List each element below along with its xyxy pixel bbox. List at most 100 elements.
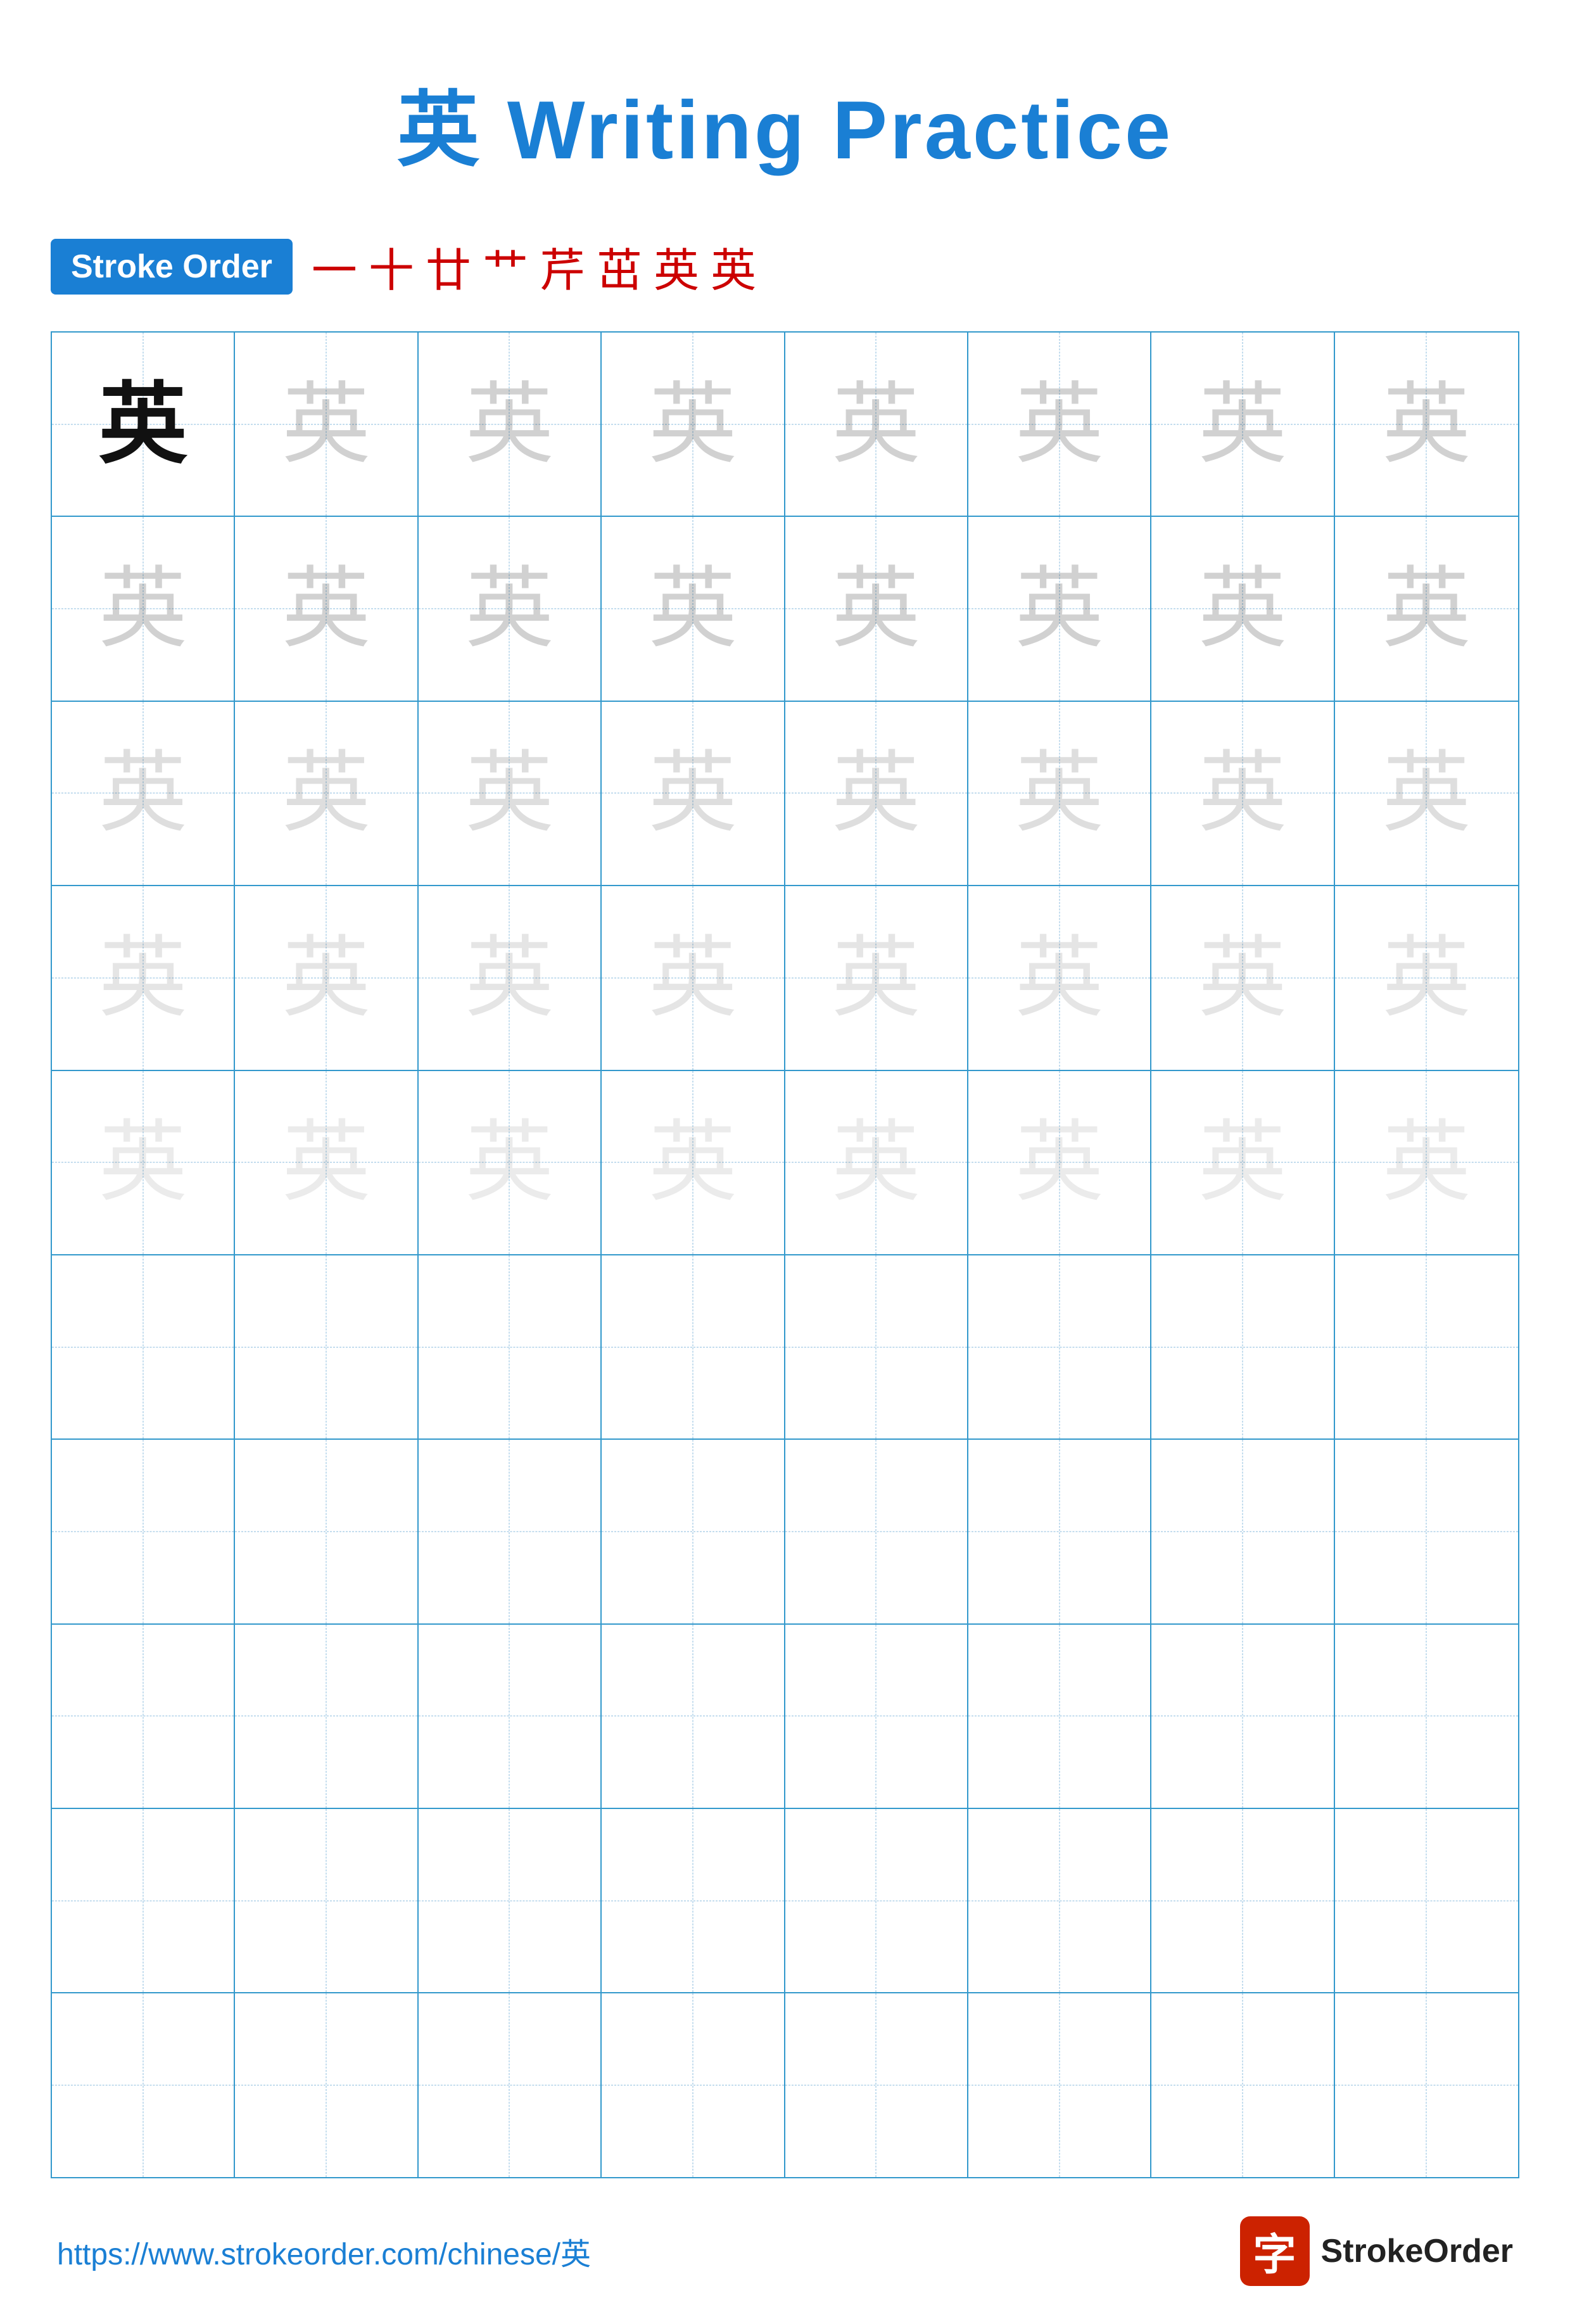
practice-char: 英 bbox=[649, 934, 737, 1022]
practice-char: 英 bbox=[1015, 564, 1104, 653]
grid-cell[interactable]: 英 bbox=[52, 517, 235, 700]
grid-cell[interactable]: 英 bbox=[785, 1071, 968, 1254]
grid-cell[interactable]: 英 bbox=[235, 886, 418, 1069]
grid-cell[interactable]: 英 bbox=[602, 886, 785, 1069]
practice-char: 英 bbox=[1198, 564, 1287, 653]
grid-cell[interactable]: 英 bbox=[419, 886, 602, 1069]
grid-cell[interactable]: 英 bbox=[52, 1071, 235, 1254]
practice-char: 英 bbox=[649, 380, 737, 469]
grid-cell[interactable] bbox=[602, 1255, 785, 1438]
grid-cell[interactable] bbox=[602, 1993, 785, 2176]
grid-cell[interactable]: 英 bbox=[602, 1071, 785, 1254]
grid-cell[interactable] bbox=[235, 1440, 418, 1623]
grid-cell[interactable] bbox=[52, 1440, 235, 1623]
grid-cell[interactable] bbox=[52, 1255, 235, 1438]
grid-cell[interactable]: 英 bbox=[602, 517, 785, 700]
stroke-char-0: 一 bbox=[312, 233, 357, 300]
grid-cell[interactable]: 英 bbox=[1335, 333, 1518, 516]
grid-cell[interactable]: 英 bbox=[235, 333, 418, 516]
grid-cell[interactable]: 英 bbox=[52, 702, 235, 885]
grid-cell[interactable]: 英 bbox=[1151, 886, 1334, 1069]
footer-url[interactable]: https://www.strokeorder.com/chinese/英 bbox=[57, 2229, 591, 2273]
grid-cell[interactable] bbox=[968, 1993, 1151, 2176]
grid-cell[interactable]: 英 bbox=[235, 702, 418, 885]
grid-cell[interactable]: 英 bbox=[602, 702, 785, 885]
grid-cell[interactable] bbox=[1335, 1255, 1518, 1438]
grid-cell[interactable] bbox=[419, 1993, 602, 2176]
grid-cell[interactable]: 英 bbox=[968, 517, 1151, 700]
grid-cell[interactable]: 英 bbox=[1151, 702, 1334, 885]
grid-cell[interactable] bbox=[52, 1625, 235, 1808]
grid-cell[interactable] bbox=[785, 1255, 968, 1438]
grid-cell[interactable] bbox=[968, 1809, 1151, 1992]
grid-cell[interactable]: 英 bbox=[1151, 517, 1334, 700]
grid-cell[interactable]: 英 bbox=[419, 702, 602, 885]
grid-cell[interactable]: 英 bbox=[1335, 1071, 1518, 1254]
grid-cell[interactable]: 英 bbox=[968, 702, 1151, 885]
grid-cell[interactable]: 英 bbox=[1335, 517, 1518, 700]
grid-cell[interactable]: 英 bbox=[235, 1071, 418, 1254]
grid-cell[interactable] bbox=[785, 1809, 968, 1992]
grid-cell[interactable] bbox=[968, 1440, 1151, 1623]
grid-cell[interactable] bbox=[602, 1809, 785, 1992]
grid-cell[interactable] bbox=[602, 1625, 785, 1808]
grid-cell[interactable] bbox=[235, 1625, 418, 1808]
grid-cell[interactable]: 英 bbox=[419, 517, 602, 700]
grid-cell[interactable] bbox=[1335, 1993, 1518, 2176]
grid-cell[interactable] bbox=[1151, 1809, 1334, 1992]
practice-char: 英 bbox=[1015, 380, 1104, 469]
grid-cell[interactable]: 英 bbox=[968, 333, 1151, 516]
stroke-char-3: 艹 bbox=[483, 233, 528, 300]
grid-cell[interactable]: 英 bbox=[235, 517, 418, 700]
grid-cell[interactable]: 英 bbox=[419, 1071, 602, 1254]
grid-cell[interactable]: 英 bbox=[1335, 886, 1518, 1069]
grid-cell[interactable] bbox=[419, 1809, 602, 1992]
grid-cell[interactable] bbox=[235, 1809, 418, 1992]
practice-char: 英 bbox=[1382, 380, 1471, 469]
grid-cell[interactable]: 英 bbox=[968, 1071, 1151, 1254]
grid-cell[interactable]: 英 bbox=[968, 886, 1151, 1069]
grid-cell[interactable] bbox=[1151, 1255, 1334, 1438]
practice-char: 英 bbox=[1198, 934, 1287, 1022]
practice-char: 英 bbox=[1382, 934, 1471, 1022]
grid-cell[interactable] bbox=[785, 1625, 968, 1808]
grid-cell[interactable]: 英 bbox=[52, 333, 235, 516]
grid-cell[interactable] bbox=[52, 1993, 235, 2176]
practice-char: 英 bbox=[99, 1118, 187, 1207]
practice-char: 英 bbox=[1382, 1118, 1471, 1207]
grid-cell[interactable]: 英 bbox=[785, 517, 968, 700]
stroke-order-badge: Stroke Order bbox=[51, 239, 293, 295]
grid-cell[interactable] bbox=[785, 1440, 968, 1623]
grid-cell[interactable]: 英 bbox=[1151, 333, 1334, 516]
grid-cell[interactable] bbox=[602, 1440, 785, 1623]
grid-cell[interactable] bbox=[1151, 1625, 1334, 1808]
practice-char: 英 bbox=[282, 380, 370, 469]
grid-cell[interactable]: 英 bbox=[419, 333, 602, 516]
grid-cell[interactable] bbox=[1335, 1625, 1518, 1808]
grid-cell[interactable] bbox=[419, 1255, 602, 1438]
grid-cell[interactable] bbox=[235, 1993, 418, 2176]
grid-cell[interactable] bbox=[419, 1440, 602, 1623]
practice-char: 英 bbox=[1015, 1118, 1104, 1207]
grid-cell[interactable] bbox=[1151, 1440, 1334, 1623]
grid-cell[interactable]: 英 bbox=[785, 333, 968, 516]
grid-cell[interactable]: 英 bbox=[785, 702, 968, 885]
grid-row: 英英英英英英英英 bbox=[52, 886, 1518, 1070]
grid-cell[interactable] bbox=[235, 1255, 418, 1438]
grid-cell[interactable] bbox=[52, 1809, 235, 1992]
grid-cell[interactable] bbox=[1335, 1809, 1518, 1992]
grid-cell[interactable]: 英 bbox=[52, 886, 235, 1069]
grid-cell[interactable] bbox=[968, 1625, 1151, 1808]
grid-cell[interactable] bbox=[1335, 1440, 1518, 1623]
grid-cell[interactable]: 英 bbox=[785, 886, 968, 1069]
grid-cell[interactable]: 英 bbox=[1151, 1071, 1334, 1254]
grid-cell[interactable] bbox=[419, 1625, 602, 1808]
footer: https://www.strokeorder.com/chinese/英 字 … bbox=[51, 2216, 1519, 2286]
grid-cell[interactable]: 英 bbox=[602, 333, 785, 516]
grid-cell[interactable] bbox=[968, 1255, 1151, 1438]
grid-cell[interactable]: 英 bbox=[1335, 702, 1518, 885]
grid-row bbox=[52, 1993, 1518, 2176]
grid-cell[interactable] bbox=[1151, 1993, 1334, 2176]
footer-logo-icon: 字 bbox=[1240, 2216, 1310, 2286]
grid-cell[interactable] bbox=[785, 1993, 968, 2176]
